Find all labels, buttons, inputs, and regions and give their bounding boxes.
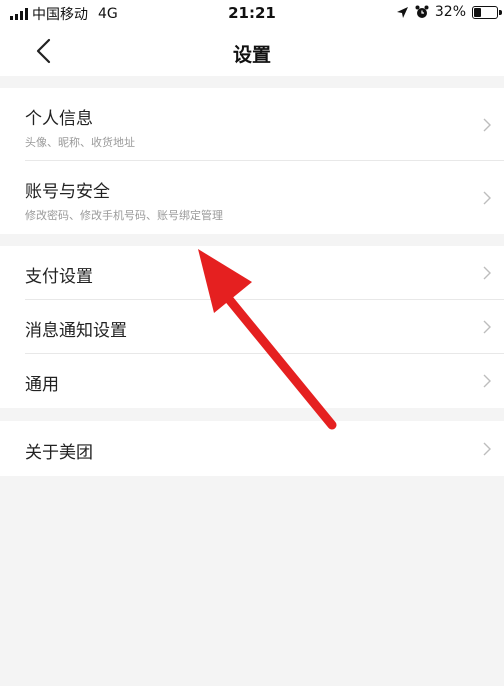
settings-item-label: 支付设置 [25,267,93,287]
settings-item-account-security[interactable]: 账号与安全 修改密码、修改手机号码、账号绑定管理 [0,161,504,234]
settings-item-notifications[interactable]: 消息通知设置 [0,300,504,354]
chevron-right-icon [483,118,491,132]
settings-item-label: 通用 [25,375,59,395]
battery-icon [472,5,502,19]
settings-group-account: 个人信息 头像、昵称、收货地址 账号与安全 修改密码、修改手机号码、账号绑定管理 [0,88,504,234]
alarm-icon [415,5,429,18]
settings-group-general: 支付设置 消息通知设置 通用 [0,246,504,408]
settings-item-personal-info[interactable]: 个人信息 头像、昵称、收货地址 [0,88,504,161]
settings-item-general[interactable]: 通用 [0,354,504,408]
location-arrow-icon [396,6,408,18]
chevron-right-icon [483,320,491,334]
chevron-right-icon [483,374,491,388]
nav-bar: 设置 [0,28,504,76]
settings-item-subtitle: 修改密码、修改手机号码、账号绑定管理 [25,209,223,222]
settings-item-label: 关于美团 [25,443,93,463]
settings-item-label: 账号与安全 [25,182,110,202]
settings-item-subtitle: 头像、昵称、收货地址 [25,136,135,149]
chevron-right-icon [483,191,491,205]
status-right: 32% [396,4,504,20]
page-title: 设置 [232,44,271,66]
settings-group-about: 关于美团 [0,421,504,476]
settings-item-label: 消息通知设置 [25,321,127,341]
settings-item-about[interactable]: 关于美团 [0,421,504,476]
chevron-right-icon [483,266,491,280]
battery-percent: 32% [434,4,466,20]
settings-item-payment[interactable]: 支付设置 [0,246,504,300]
status-bar: 中国移动 4G 21:21 32% [0,0,504,28]
settings-item-label: 个人信息 [25,109,93,129]
chevron-right-icon [483,442,491,456]
